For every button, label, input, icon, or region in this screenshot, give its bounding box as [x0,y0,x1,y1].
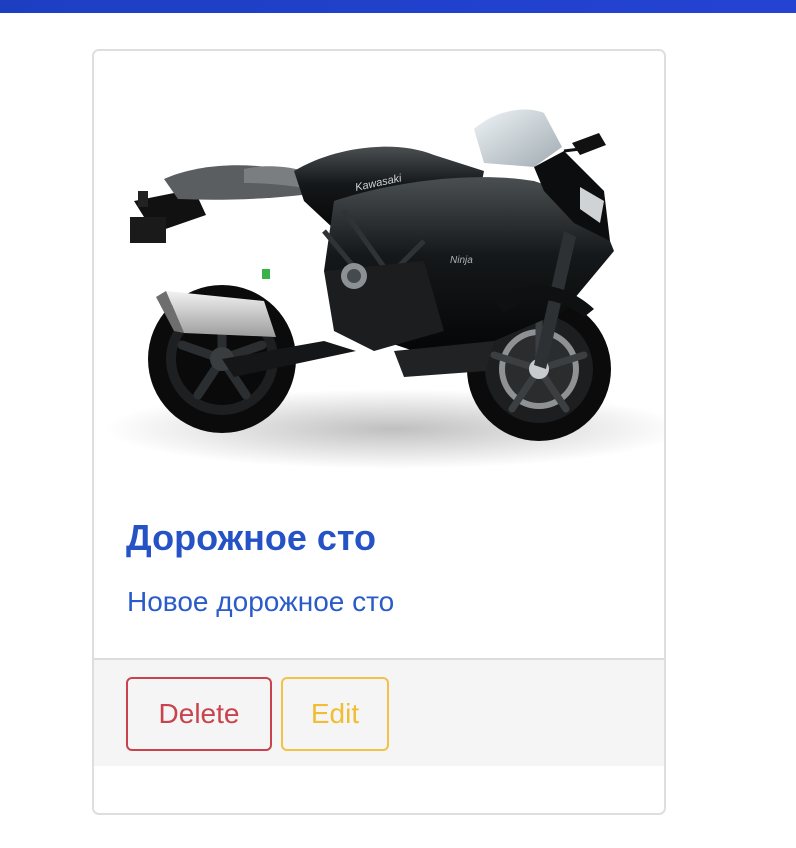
card-image: Kawasaki Ninja [94,51,664,491]
top-navbar [0,0,796,13]
edit-button[interactable]: Edit [281,677,389,751]
card-description: Новое дорожное сто [127,586,395,617]
service-card: Kawasaki Ninja Дорожное сто Новое дорожн… [92,49,666,815]
card-title: Дорожное сто [126,517,377,558]
svg-text:Ninja: Ninja [450,255,473,266]
card-footer: Delete Edit [94,658,664,766]
motorcycle-image: Kawasaki Ninja [104,109,664,469]
delete-button[interactable]: Delete [126,677,272,751]
